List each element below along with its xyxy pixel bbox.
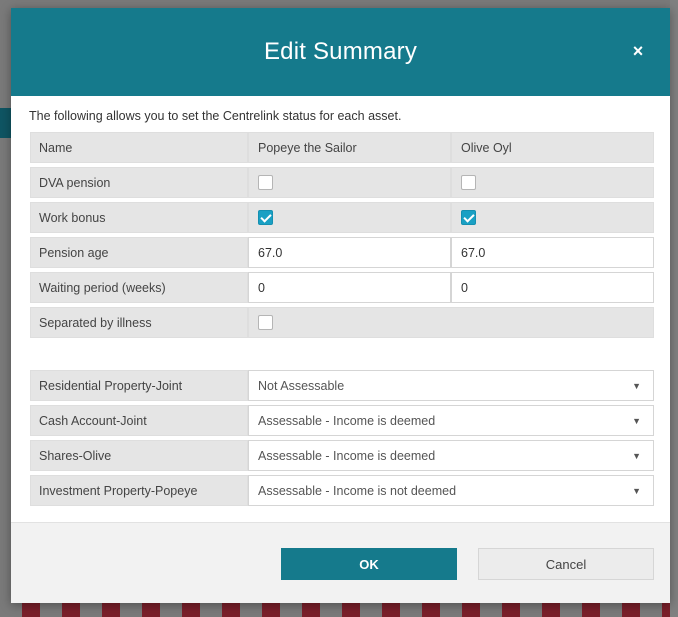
asset-status-select[interactable]: Assessable - Income is deemed ▼ (248, 405, 654, 436)
separated-by-illness-cell (248, 307, 654, 338)
caret-down-icon: ▼ (632, 416, 641, 426)
row-label: DVA pension (30, 167, 248, 198)
cancel-button[interactable]: Cancel (478, 548, 654, 580)
dva-pension-person1-cell (248, 167, 451, 198)
background-stripe (0, 603, 678, 617)
caret-down-icon: ▼ (632, 486, 641, 496)
work-bonus-row: Work bonus (30, 202, 654, 233)
row-label: Separated by illness (30, 307, 248, 338)
work-bonus-person2-cell (451, 202, 654, 233)
asset-label: Investment Property-Popeye (30, 475, 248, 506)
dialog-header: Edit Summary × (11, 8, 670, 96)
caret-down-icon: ▼ (632, 451, 641, 461)
asset-label: Cash Account-Joint (30, 405, 248, 436)
asset-row: Shares-Olive Assessable - Income is deem… (30, 440, 654, 471)
close-icon[interactable]: × (628, 39, 648, 63)
row-label: Pension age (30, 237, 248, 268)
waiting-period-person1-input[interactable]: 0 (248, 272, 451, 303)
ok-button[interactable]: OK (281, 548, 457, 580)
asset-row: Investment Property-Popeye Assessable - … (30, 475, 654, 506)
asset-status-select[interactable]: Not Assessable ▼ (248, 370, 654, 401)
asset-label: Residential Property-Joint (30, 370, 248, 401)
person1-column-header: Popeye the Sailor (248, 132, 451, 163)
separated-by-illness-row: Separated by illness (30, 307, 654, 338)
waiting-period-row: Waiting period (weeks) 0 0 (30, 272, 654, 303)
asset-status-select[interactable]: Assessable - Income is not deemed ▼ (248, 475, 654, 506)
dva-pension-person2-checkbox[interactable] (461, 175, 476, 190)
asset-status-value: Not Assessable (258, 378, 345, 393)
work-bonus-person1-cell (248, 202, 451, 233)
person2-column-header: Olive Oyl (451, 132, 654, 163)
asset-row: Cash Account-Joint Assessable - Income i… (30, 405, 654, 436)
work-bonus-person1-checkbox[interactable] (258, 210, 273, 225)
asset-label: Shares-Olive (30, 440, 248, 471)
dva-pension-person2-cell (451, 167, 654, 198)
pension-age-person2-input[interactable]: 67.0 (451, 237, 654, 268)
pension-age-person1-input[interactable]: 67.0 (248, 237, 451, 268)
row-label: Waiting period (weeks) (30, 272, 248, 303)
table-header-row: Name Popeye the Sailor Olive Oyl (30, 132, 654, 163)
dva-pension-person1-checkbox[interactable] (258, 175, 273, 190)
work-bonus-person2-checkbox[interactable] (461, 210, 476, 225)
background-edge (670, 0, 678, 617)
pension-age-row: Pension age 67.0 67.0 (30, 237, 654, 268)
separated-by-illness-checkbox[interactable] (258, 315, 273, 330)
waiting-period-person2-input[interactable]: 0 (451, 272, 654, 303)
dialog-title: Edit Summary (263, 38, 418, 65)
asset-status-value: Assessable - Income is deemed (258, 448, 436, 463)
edit-summary-dialog: Edit Summary × The following allows you … (11, 8, 670, 603)
intro-text: The following allows you to set the Cent… (29, 109, 402, 123)
dva-pension-row: DVA pension (30, 167, 654, 198)
asset-status-select[interactable]: Assessable - Income is deemed ▼ (248, 440, 654, 471)
asset-status-value: Assessable - Income is deemed (258, 413, 436, 428)
caret-down-icon: ▼ (632, 381, 641, 391)
row-label: Work bonus (30, 202, 248, 233)
asset-row: Residential Property-Joint Not Assessabl… (30, 370, 654, 401)
dialog-footer: OK Cancel (11, 522, 670, 603)
asset-status-value: Assessable - Income is not deemed (258, 483, 457, 498)
name-column-header: Name (30, 132, 248, 163)
